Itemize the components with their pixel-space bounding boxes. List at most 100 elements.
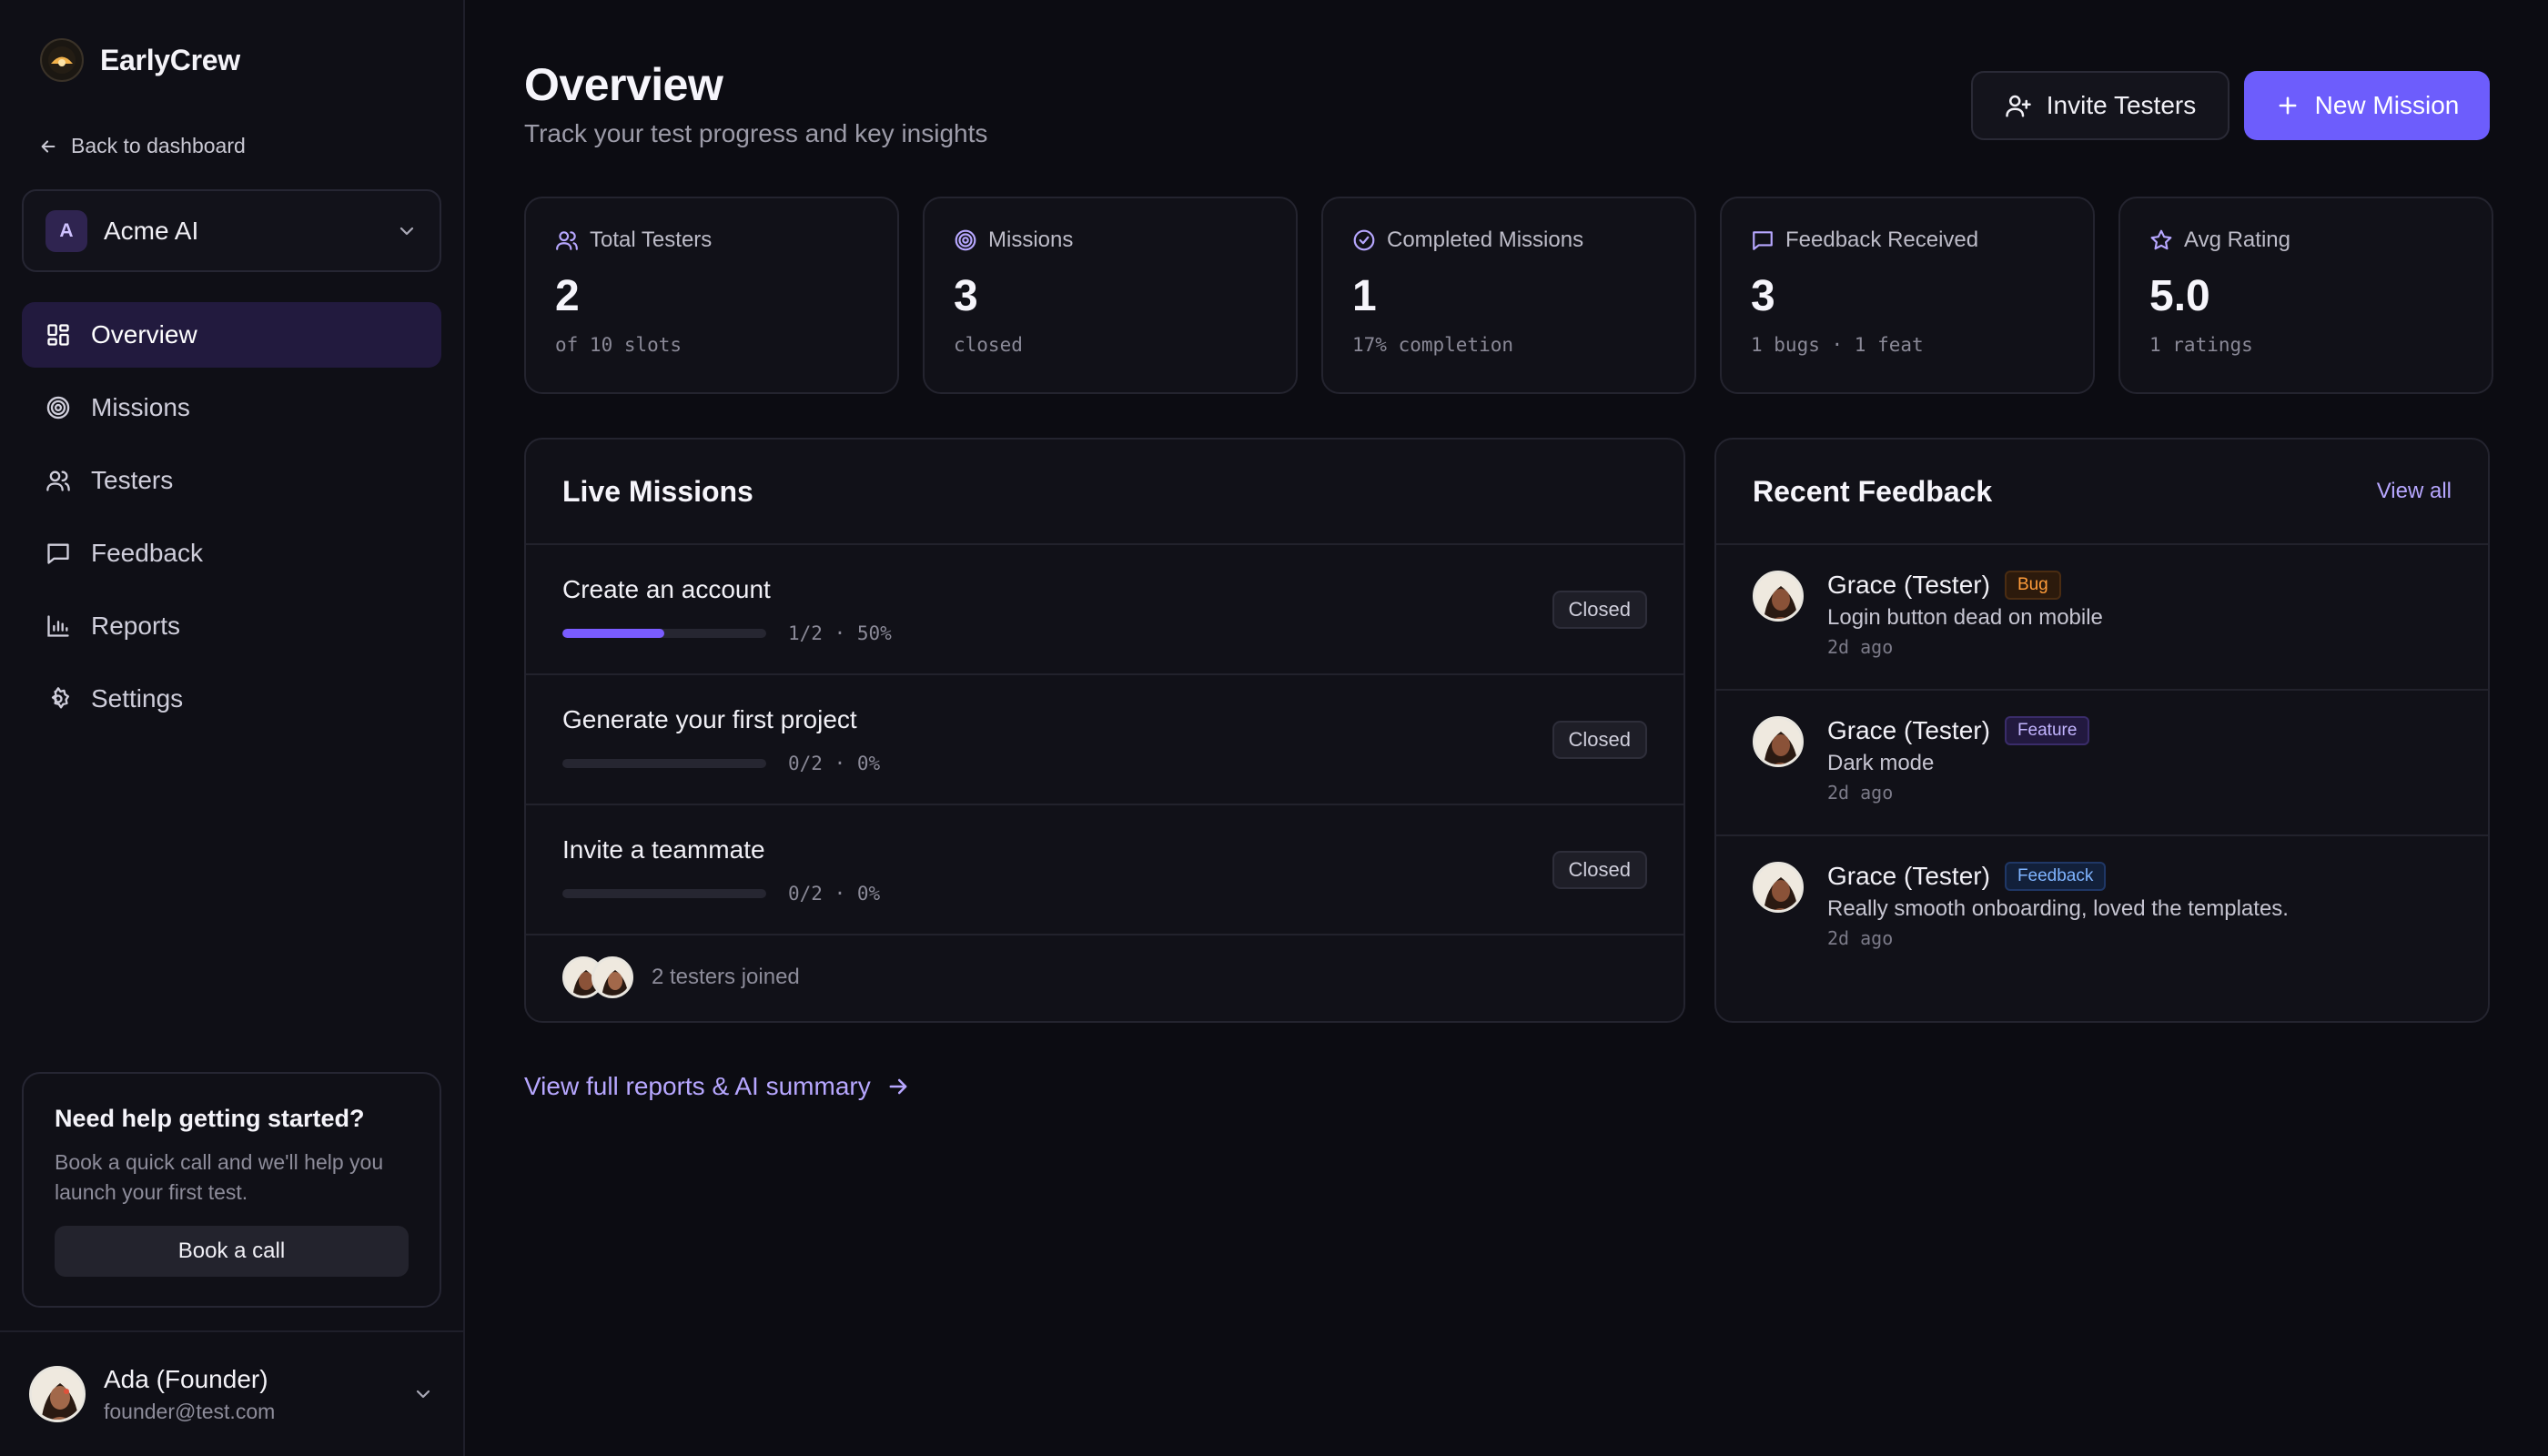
back-label: Back to dashboard <box>71 134 246 157</box>
stat-head: Missions <box>954 228 1267 253</box>
testers-joined: 2 testers joined <box>526 935 1684 1019</box>
live-missions-panel: Live Missions Create an account 1/2 · 50… <box>524 438 1685 1023</box>
stat-card-total-testers: Total Testers 2 of 10 slots <box>524 197 899 394</box>
sidebar-nav: Overview Missions Testers Feedback Repor… <box>22 302 441 739</box>
avatar <box>592 956 633 998</box>
feedback-header: Grace (Tester) Bug <box>1827 571 2103 600</box>
avatar-stack <box>562 956 633 998</box>
users-icon <box>555 228 579 252</box>
user-plus-icon <box>2005 92 2032 119</box>
bar-chart-icon <box>44 612 73 641</box>
mission-info: Generate your first project 0/2 · 0% <box>562 705 880 774</box>
stat-label: Missions <box>988 228 1074 252</box>
new-mission-button[interactable]: New Mission <box>2244 71 2490 140</box>
help-card: Need help getting started? Book a quick … <box>22 1072 441 1308</box>
mission-progress: 1/2 · 50% <box>562 622 892 644</box>
stat-label: Avg Rating <box>2184 228 2290 252</box>
joined-label: 2 testers joined <box>652 965 800 989</box>
user-name: Ada (Founder) <box>104 1364 268 1393</box>
chevron-down-icon <box>396 220 418 242</box>
stat-card-missions: Missions 3 closed <box>923 197 1298 394</box>
feedback-header: Grace (Tester) Feedback <box>1827 862 2289 891</box>
page-title: Overview <box>524 59 723 110</box>
workspace-switcher[interactable]: A Acme AI <box>22 189 441 272</box>
sidebar-item-feedback[interactable]: Feedback <box>22 521 441 586</box>
logo-icon <box>40 38 84 82</box>
brand-name: EarlyCrew <box>100 43 240 76</box>
brand[interactable]: EarlyCrew <box>40 38 240 82</box>
status-badge: Closed <box>1552 720 1647 759</box>
avatar <box>29 1366 86 1422</box>
full-reports-label: View full reports & AI summary <box>524 1072 871 1100</box>
panel-title: Recent Feedback <box>1753 474 1993 508</box>
plus-icon <box>2275 93 2300 118</box>
stat-sub: 1 ratings <box>2149 333 2253 356</box>
stat-head: Completed Missions <box>1352 228 1665 253</box>
message-icon <box>44 539 73 568</box>
stat-label: Feedback Received <box>1785 228 1979 252</box>
feedback-body: Grace (Tester) Feedback Really smooth on… <box>1827 862 2289 949</box>
view-all-link[interactable]: View all <box>2377 479 2452 504</box>
mission-row[interactable]: Create an account 1/2 · 50% Closed <box>526 545 1684 675</box>
feedback-item[interactable]: Grace (Tester) Feedback Really smooth on… <box>1716 836 2488 982</box>
feedback-header: Grace (Tester) Feature <box>1827 716 2090 745</box>
mission-info: Create an account 1/2 · 50% <box>562 575 892 644</box>
bug-tag: Bug <box>2004 571 2061 600</box>
stat-head: Total Testers <box>555 228 868 253</box>
invite-testers-button[interactable]: Invite Testers <box>1971 71 2230 140</box>
feedback-message: Dark mode <box>1827 751 1935 775</box>
book-call-button[interactable]: Book a call <box>55 1226 409 1277</box>
sidebar-item-label: Missions <box>91 393 190 421</box>
stat-value: 3 <box>1751 272 1775 320</box>
avatar <box>1753 716 1804 767</box>
target-icon <box>954 228 977 252</box>
user-email: founder@test.com <box>104 1399 276 1423</box>
target-icon <box>44 393 73 422</box>
stat-value: 1 <box>1352 272 1377 320</box>
feedback-author: Grace (Tester) <box>1827 571 1990 599</box>
help-title: Need help getting started? <box>55 1105 365 1132</box>
status-badge: Closed <box>1552 850 1647 889</box>
sidebar-item-settings[interactable]: Settings <box>22 666 441 732</box>
stat-value: 2 <box>555 272 580 320</box>
new-mission-label: New Mission <box>2314 91 2460 119</box>
feedback-message: Login button dead on mobile <box>1827 605 2103 630</box>
feedback-time: 2d ago <box>1827 782 1894 804</box>
page-subtitle: Track your test progress and key insight… <box>524 119 988 147</box>
mission-row[interactable]: Invite a teammate 0/2 · 0% Closed <box>526 805 1684 935</box>
arrow-right-icon <box>885 1074 911 1099</box>
workspace-avatar: A <box>46 209 87 252</box>
mission-name: Create an account <box>562 574 771 603</box>
feedback-item[interactable]: Grace (Tester) Bug Login button dead on … <box>1716 545 2488 691</box>
avatar <box>1753 862 1804 913</box>
full-reports-link[interactable]: View full reports & AI summary <box>524 1072 911 1101</box>
chevron-down-icon <box>412 1383 434 1405</box>
sidebar-item-missions[interactable]: Missions <box>22 375 441 440</box>
user-menu[interactable]: Ada (Founder) founder@test.com <box>0 1330 463 1456</box>
feature-tag: Feature <box>2004 716 2090 745</box>
back-to-dashboard-link[interactable]: Back to dashboard <box>38 134 246 158</box>
progress-bar <box>562 888 766 898</box>
sidebar-item-reports[interactable]: Reports <box>22 593 441 659</box>
invite-label: Invite Testers <box>2046 91 2197 119</box>
stat-value: 5.0 <box>2149 272 2210 320</box>
panel-header: Live Missions <box>526 440 1684 545</box>
mission-progress: 0/2 · 0% <box>562 753 880 774</box>
user-info: Ada (Founder) founder@test.com <box>104 1365 394 1424</box>
mission-progress: 0/2 · 0% <box>562 883 880 905</box>
avatar <box>1753 571 1804 622</box>
mission-row[interactable]: Generate your first project 0/2 · 0% Clo… <box>526 675 1684 805</box>
feedback-tag: Feedback <box>2004 862 2107 891</box>
feedback-author: Grace (Tester) <box>1827 716 1990 744</box>
sidebar-item-overview[interactable]: Overview <box>22 302 441 368</box>
stat-sub: 17% completion <box>1352 333 1514 356</box>
progress-text: 1/2 · 50% <box>788 622 892 644</box>
feedback-body: Grace (Tester) Bug Login button dead on … <box>1827 571 2103 658</box>
stat-card-completed-missions: Completed Missions 1 17% completion <box>1321 197 1696 394</box>
feedback-body: Grace (Tester) Feature Dark mode 2d ago <box>1827 716 2090 804</box>
sidebar-item-testers[interactable]: Testers <box>22 448 441 513</box>
feedback-item[interactable]: Grace (Tester) Feature Dark mode 2d ago <box>1716 691 2488 836</box>
check-circle-icon <box>1352 228 1376 252</box>
stat-head: Feedback Received <box>1751 228 2064 253</box>
recent-feedback-panel: Recent Feedback View all Grace (Tester) … <box>1714 438 2490 1023</box>
